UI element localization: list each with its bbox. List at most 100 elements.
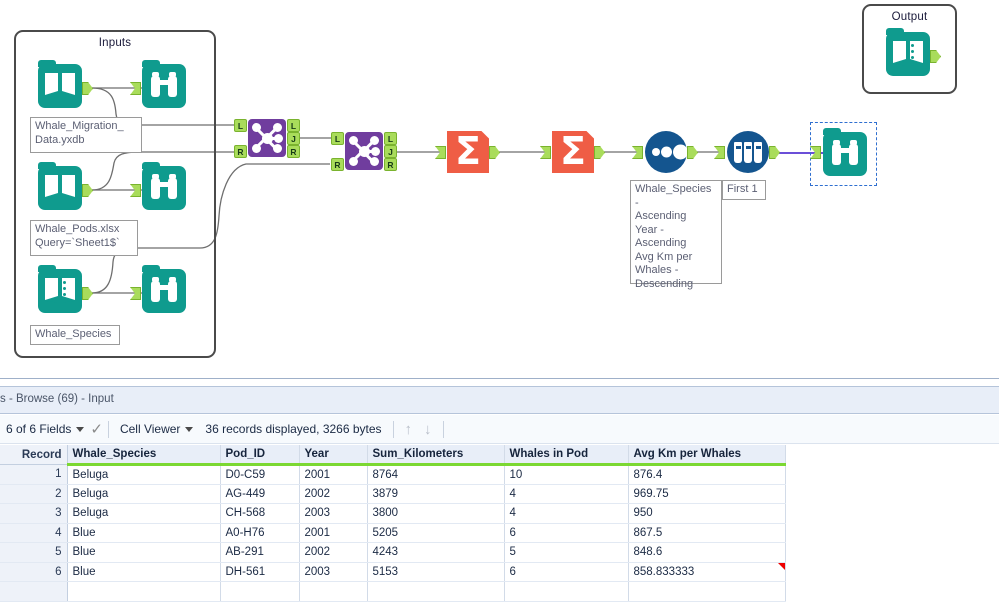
cell-year[interactable]: 2002 [299, 484, 368, 504]
cell-whales-in-pod[interactable]: 10 [504, 464, 629, 485]
join-join-output-port[interactable]: J [384, 145, 397, 158]
join-left-input-port[interactable]: L [234, 119, 247, 132]
cell-whale-species[interactable] [67, 581, 221, 602]
cell-pod-id[interactable]: A0-H76 [220, 523, 300, 543]
browse-tool-output[interactable] [810, 128, 867, 176]
cell-pod-id[interactable]: CH-568 [220, 503, 300, 524]
anno-migration[interactable]: Whale_Migration_ Data.yxdb [30, 117, 142, 153]
table-row[interactable]: 6 Blue DH-561 2003 5153 6 858.833333 [0, 562, 786, 582]
column-header-record[interactable]: Record [0, 445, 68, 465]
output-data-tool[interactable] [886, 28, 941, 76]
fields-selector[interactable]: 6 of 6 Fields [0, 415, 90, 443]
column-header-whale-species[interactable]: Whale_Species [67, 445, 221, 466]
table-row[interactable]: 1 Beluga D0-C59 2001 8764 10 876.4 [0, 464, 786, 485]
input-connector-nub[interactable] [435, 146, 446, 159]
cell-whales-in-pod[interactable]: 4 [504, 503, 629, 524]
table-row[interactable]: 4 Blue A0-H76 2001 5205 6 867.5 [0, 523, 786, 543]
browse-tool-migration[interactable] [130, 60, 186, 108]
cell-year[interactable]: 2002 [299, 542, 368, 563]
cell-year[interactable]: 2001 [299, 523, 368, 543]
cell-sum-kilometers[interactable]: 8764 [367, 464, 505, 485]
input-data-tool-migration[interactable] [38, 60, 93, 108]
table-row[interactable]: 2 Beluga AG-449 2002 3879 4 969.75 [0, 484, 786, 504]
anno-pods[interactable]: Whale_Pods.xlsx Query=`Sheet1$` [30, 220, 138, 256]
anno-sort[interactable]: Whale_Species - Ascending Year - Ascendi… [630, 180, 722, 290]
join-right-input-port[interactable]: R [331, 158, 344, 171]
table-row[interactable]: 3 Beluga CH-568 2003 3800 4 950 [0, 503, 786, 524]
cell-avg-km-per-whales[interactable]: 950 [628, 503, 786, 524]
output-connector-nub[interactable] [489, 146, 500, 159]
browse-tool-species[interactable] [130, 265, 186, 313]
scroll-up-icon[interactable]: ↑ [399, 421, 419, 438]
results-tab-title[interactable]: s - Browse (69) - Input [0, 393, 114, 405]
cell-whales-in-pod[interactable]: 6 [504, 562, 629, 582]
summarize-tool-1[interactable]: Σ [435, 131, 500, 173]
join-tool-1[interactable]: L R L J R [234, 119, 300, 158]
data-table[interactable]: Record Whale_Species Pod_ID Year Sum_Kil… [0, 445, 786, 602]
cell-whale-species[interactable]: Beluga [67, 464, 221, 485]
input-connector-nub[interactable] [540, 146, 551, 159]
cell-pod-id[interactable]: D0-C59 [220, 464, 300, 485]
cell-year[interactable]: 2001 [299, 464, 368, 485]
anno-species[interactable]: Whale_Species [30, 325, 120, 345]
input-connector-nub[interactable] [714, 146, 725, 159]
cell-pod-id[interactable]: AB-291 [220, 542, 300, 563]
join-left-output-port[interactable]: L [384, 132, 397, 145]
sort-tool[interactable] [632, 131, 698, 173]
join-right-output-port[interactable]: R [384, 158, 397, 171]
output-connector-nub[interactable] [769, 146, 780, 159]
cell-sum-kilometers[interactable]: 3879 [367, 484, 505, 504]
output-connector-nub[interactable] [687, 146, 698, 159]
column-header-avg-km-per-whales[interactable]: Avg Km per Whales [628, 445, 786, 466]
chevron-down-icon[interactable] [76, 426, 85, 432]
cell-year[interactable]: 2003 [299, 503, 368, 524]
results-tab-bar[interactable]: s - Browse (69) - Input [0, 386, 999, 414]
cell-sum-kilometers[interactable]: 5153 [367, 562, 505, 582]
cell-whales-in-pod[interactable] [504, 581, 629, 602]
cell-sum-kilometers[interactable]: 5205 [367, 523, 505, 543]
cell-sum-kilometers[interactable]: 3800 [367, 503, 505, 524]
column-header-year[interactable]: Year [299, 445, 368, 466]
column-header-sum-kilometers[interactable]: Sum_Kilometers [367, 445, 505, 466]
anno-sample[interactable]: First 1 [722, 180, 766, 200]
cell-year[interactable]: 2003 [299, 562, 368, 582]
scroll-down-icon[interactable]: ↓ [418, 421, 438, 438]
results-toolbar[interactable]: 6 of 6 Fields ✓ Cell Viewer 36 records d… [0, 415, 999, 444]
cell-sum-kilometers[interactable]: 4243 [367, 542, 505, 563]
join-join-output-port[interactable]: J [287, 132, 300, 145]
cell-whales-in-pod[interactable]: 6 [504, 523, 629, 543]
browse-tool-pods[interactable] [130, 162, 186, 210]
output-connector-nub[interactable] [594, 146, 605, 159]
cell-sum-kilometers[interactable] [367, 581, 505, 602]
cell-whale-species[interactable]: Beluga [67, 484, 221, 504]
input-connector-nub[interactable] [632, 146, 643, 159]
cell-pod-id[interactable] [220, 581, 300, 602]
cell-pod-id[interactable]: DH-561 [220, 562, 300, 582]
summarize-tool-2[interactable]: Σ [540, 131, 605, 173]
cell-avg-km-per-whales[interactable]: 848.6 [628, 542, 786, 563]
input-data-tool-pods[interactable] [38, 162, 93, 210]
cell-whale-species[interactable]: Blue [67, 562, 221, 582]
cell-whales-in-pod[interactable]: 5 [504, 542, 629, 563]
checkmark-icon[interactable]: ✓ [90, 422, 103, 437]
cell-avg-km-per-whales[interactable] [628, 581, 786, 602]
column-header-pod-id[interactable]: Pod_ID [220, 445, 300, 466]
cell-avg-km-per-whales[interactable]: 969.75 [628, 484, 786, 504]
cell-year[interactable] [299, 581, 368, 602]
table-row[interactable]: 5 Blue AB-291 2002 4243 5 848.6 [0, 542, 786, 563]
cell-avg-km-per-whales[interactable]: 876.4 [628, 464, 786, 485]
join-left-output-port[interactable]: L [287, 119, 300, 132]
join-right-input-port[interactable]: R [234, 145, 247, 158]
column-header-whales-in-pod[interactable]: Whales in Pod [504, 445, 629, 466]
results-data-grid[interactable]: Record Whale_Species Pod_ID Year Sum_Kil… [0, 445, 999, 608]
workflow-canvas[interactable]: Inputs Output Whale_Migration_ Data.yxdb [0, 0, 999, 378]
cell-avg-km-per-whales[interactable]: 858.833333 [628, 562, 786, 582]
cell-viewer-selector[interactable]: Cell Viewer [114, 415, 199, 443]
join-tool-2[interactable]: L R L J R [331, 132, 397, 171]
cell-whales-in-pod[interactable]: 4 [504, 484, 629, 504]
cell-pod-id[interactable]: AG-449 [220, 484, 300, 504]
cell-whale-species[interactable]: Beluga [67, 503, 221, 524]
sample-tool[interactable] [714, 131, 780, 173]
cell-whale-species[interactable]: Blue [67, 523, 221, 543]
join-left-input-port[interactable]: L [331, 132, 344, 145]
